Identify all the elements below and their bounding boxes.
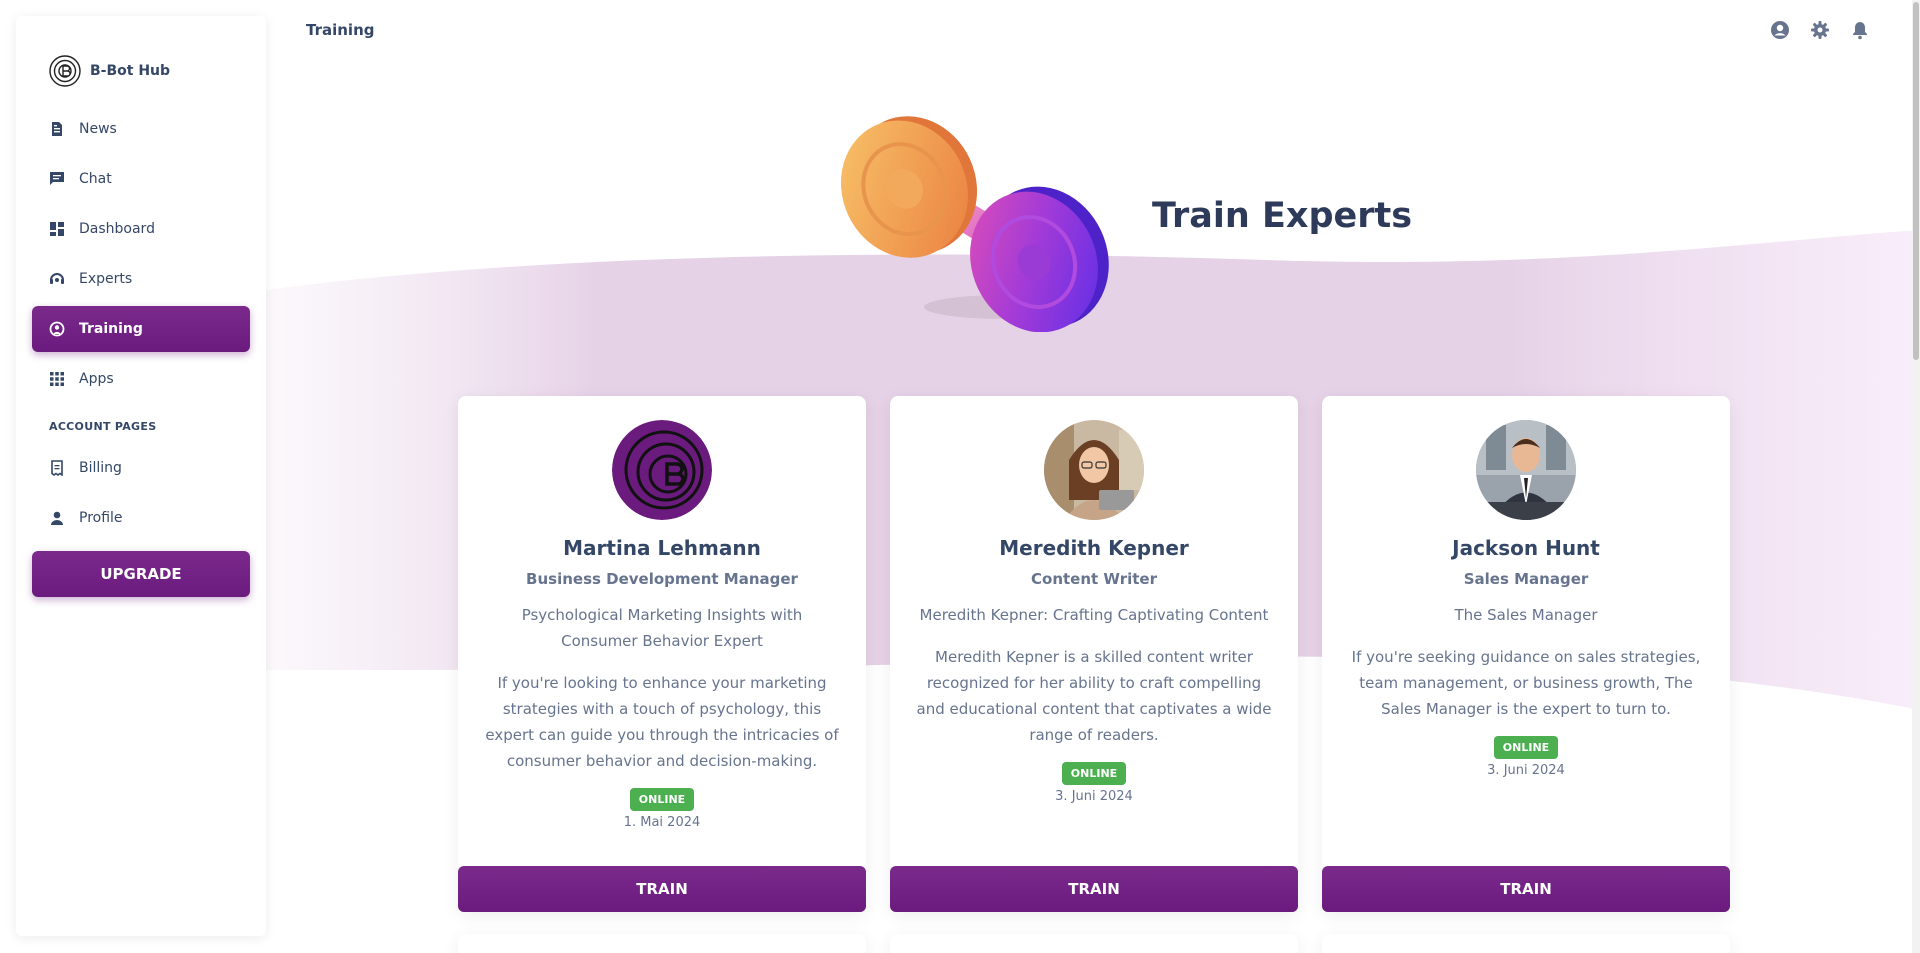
sidebar-item-dashboard[interactable]: Dashboard — [32, 206, 250, 252]
sidebar-item-apps[interactable]: Apps — [32, 356, 250, 402]
expert-date: 1. Mai 2024 — [623, 815, 701, 830]
expert-name: Meredith Kepner — [999, 536, 1189, 560]
hero-title: Train Experts — [1152, 196, 1413, 236]
sidebar-item-label: Billing — [79, 460, 122, 476]
sidebar-item-chat[interactable]: Chat — [32, 156, 250, 202]
expert-subtitle: Meredith Kepner: Crafting Captivating Co… — [919, 606, 1269, 624]
status-badge: ONLINE — [1061, 762, 1127, 785]
upgrade-button[interactable]: UPGRADE — [32, 551, 250, 597]
expert-role: Business Development Manager — [526, 570, 798, 588]
sidebar-item-news[interactable]: News — [32, 106, 250, 152]
sidebar-nav: News Chat Dashboard Experts Training App… — [32, 106, 250, 545]
dumbbell-illustration — [840, 116, 1109, 332]
sidebar-item-billing[interactable]: Billing — [32, 445, 250, 491]
expert-card-partial — [890, 934, 1298, 953]
dashboard-icon — [49, 221, 65, 237]
notification-bell-icon[interactable] — [1850, 20, 1870, 40]
expert-name: Jackson Hunt — [1452, 536, 1600, 560]
sidebar-item-label: Profile — [79, 510, 123, 526]
expert-card: Martina Lehmann Business Development Man… — [458, 396, 866, 912]
expert-role: Content Writer — [1031, 570, 1157, 588]
scrollbar-thumb[interactable] — [1913, 2, 1919, 360]
page-title: Training — [306, 21, 375, 39]
status-badge: ONLINE — [1493, 736, 1559, 759]
sidebar-item-training[interactable]: Training — [32, 306, 250, 352]
sidebar-item-label: Experts — [79, 271, 133, 287]
brand-name: B-Bot Hub — [90, 63, 171, 79]
expert-subtitle: The Sales Manager — [1454, 606, 1598, 624]
expert-date: 3. Juni 2024 — [1487, 763, 1565, 778]
page-scrollbar[interactable] — [1912, 0, 1920, 953]
expert-card-partial — [1322, 934, 1730, 953]
training-icon — [49, 321, 65, 337]
sidebar-item-label: Apps — [79, 371, 114, 387]
profile-icon — [49, 510, 65, 526]
b-bot-logo-icon — [49, 55, 81, 87]
sidebar-item-label: News — [79, 121, 117, 137]
expert-description: If you're seeking guidance on sales stra… — [1351, 648, 1701, 718]
expert-card-partial — [458, 934, 866, 953]
settings-gear-icon[interactable] — [1810, 20, 1830, 40]
expert-role: Sales Manager — [1463, 570, 1589, 588]
sidebar-item-label: Dashboard — [79, 221, 155, 237]
sidebar-item-experts[interactable]: Experts — [32, 256, 250, 302]
expert-portrait-avatar — [1044, 420, 1144, 520]
experts-icon — [49, 271, 65, 287]
expert-card: Meredith Kepner Content Writer Meredith … — [890, 396, 1298, 912]
expert-name: Martina Lehmann — [563, 536, 761, 560]
billing-icon — [49, 460, 65, 476]
expert-date: 3. Juni 2024 — [1055, 789, 1133, 804]
expert-card: Jackson Hunt Sales Manager The Sales Man… — [1322, 396, 1730, 912]
status-badge: ONLINE — [629, 788, 695, 811]
expert-description: Meredith Kepner is a skilled content wri… — [916, 648, 1272, 744]
topbar-actions — [1770, 20, 1870, 40]
apps-grid-icon — [49, 371, 65, 387]
news-icon — [49, 121, 65, 137]
sidebar-item-label: Chat — [79, 171, 112, 187]
sidebar: B-Bot Hub News Chat Dashboard Experts Tr… — [16, 16, 266, 936]
expert-subtitle: Psychological Marketing Insights with Co… — [521, 606, 803, 650]
account-circle-icon[interactable] — [1770, 20, 1790, 40]
expert-description: If you're looking to enhance your market… — [485, 674, 839, 770]
sidebar-item-profile[interactable]: Profile — [32, 495, 250, 541]
chat-icon — [49, 171, 65, 187]
expert-portrait-avatar — [1476, 420, 1576, 520]
train-button[interactable]: TRAIN — [890, 866, 1298, 912]
train-button[interactable]: TRAIN — [458, 866, 866, 912]
sidebar-section-title: ACCOUNT PAGES — [49, 420, 157, 433]
b-bot-avatar — [612, 420, 712, 520]
brand[interactable]: B-Bot Hub — [48, 54, 170, 88]
sidebar-item-label: Training — [79, 321, 143, 337]
train-button[interactable]: TRAIN — [1322, 866, 1730, 912]
